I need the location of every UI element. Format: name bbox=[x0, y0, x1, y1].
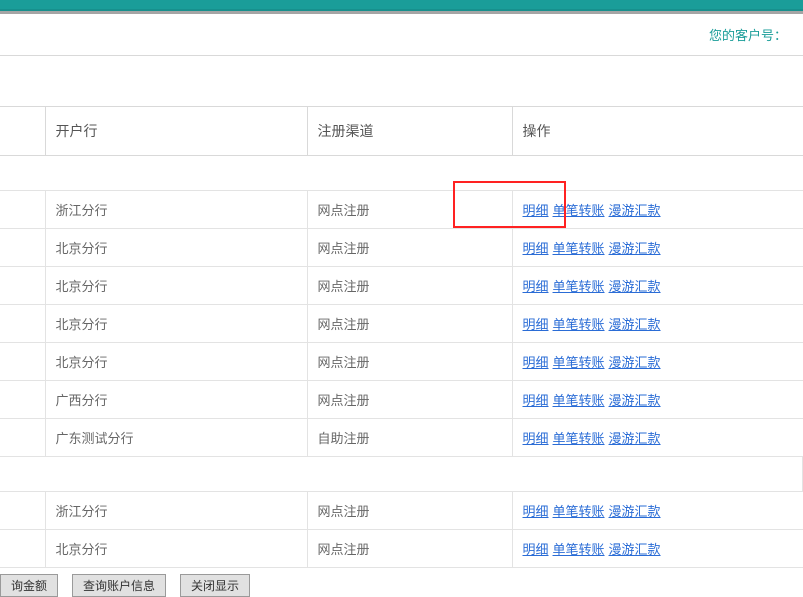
bank-cell: 北京分行 bbox=[45, 305, 307, 343]
actions-cell: 明细单笔转账漫游汇款 bbox=[512, 492, 803, 530]
group-separator bbox=[0, 457, 803, 492]
table-row: 北京分行网点注册明细单笔转账漫游汇款 bbox=[0, 343, 803, 381]
lead-cell bbox=[0, 492, 45, 530]
customer-number-row: 您的客户号： bbox=[0, 14, 803, 56]
table-row: 北京分行网点注册明细单笔转账漫游汇款 bbox=[0, 267, 803, 305]
lead-cell bbox=[0, 343, 45, 381]
transfer-link[interactable]: 单笔转账 bbox=[553, 431, 605, 446]
actions-cell: 明细单笔转账漫游汇款 bbox=[512, 305, 803, 343]
table-header-row: 开户行 注册渠道 操作 bbox=[0, 107, 803, 156]
channel-cell: 网点注册 bbox=[307, 267, 512, 305]
remit-link[interactable]: 漫游汇款 bbox=[609, 317, 661, 332]
lead-cell bbox=[0, 305, 45, 343]
table-row: 广东测试分行自助注册明细单笔转账漫游汇款 bbox=[0, 419, 803, 457]
bank-cell: 北京分行 bbox=[45, 343, 307, 381]
col-bank: 开户行 bbox=[45, 107, 307, 156]
bank-cell: 广东测试分行 bbox=[45, 419, 307, 457]
actions-cell: 明细单笔转账漫游汇款 bbox=[512, 419, 803, 457]
bank-cell: 北京分行 bbox=[45, 530, 307, 568]
channel-cell: 网点注册 bbox=[307, 305, 512, 343]
actions-cell: 明细单笔转账漫游汇款 bbox=[512, 267, 803, 305]
customer-number-label: 您的客户号： bbox=[709, 25, 787, 44]
remit-link[interactable]: 漫游汇款 bbox=[609, 241, 661, 256]
top-teal-bar bbox=[0, 0, 803, 14]
table-row: 北京分行网点注册明细单笔转账漫游汇款 bbox=[0, 305, 803, 343]
table-row: 浙江分行网点注册明细单笔转账漫游汇款 bbox=[0, 191, 803, 229]
lead-cell bbox=[0, 191, 45, 229]
channel-cell: 网点注册 bbox=[307, 229, 512, 267]
detail-link[interactable]: 明细 bbox=[523, 203, 549, 218]
bank-cell: 浙江分行 bbox=[45, 191, 307, 229]
channel-cell: 网点注册 bbox=[307, 343, 512, 381]
bank-cell: 浙江分行 bbox=[45, 492, 307, 530]
remit-link[interactable]: 漫游汇款 bbox=[609, 203, 661, 218]
detail-link[interactable]: 明细 bbox=[523, 317, 549, 332]
transfer-link[interactable]: 单笔转账 bbox=[553, 203, 605, 218]
remit-link[interactable]: 漫游汇款 bbox=[609, 355, 661, 370]
channel-cell: 网点注册 bbox=[307, 530, 512, 568]
bank-cell: 北京分行 bbox=[45, 229, 307, 267]
detail-link[interactable]: 明细 bbox=[523, 504, 549, 519]
lead-cell bbox=[0, 229, 45, 267]
actions-cell: 明细单笔转账漫游汇款 bbox=[512, 343, 803, 381]
lead-cell bbox=[0, 530, 45, 568]
bank-cell: 广西分行 bbox=[45, 381, 307, 419]
table-row: 广西分行网点注册明细单笔转账漫游汇款 bbox=[0, 381, 803, 419]
account-table: 开户行 注册渠道 操作 浙江分行网点注册明细单笔转账漫游汇款北京分行网点注册明细… bbox=[0, 106, 803, 568]
detail-link[interactable]: 明细 bbox=[523, 241, 549, 256]
col-actions: 操作 bbox=[512, 107, 803, 156]
remit-link[interactable]: 漫游汇款 bbox=[609, 279, 661, 294]
button-bar: 询金额 查询账户信息 关闭显示 bbox=[0, 571, 250, 597]
channel-cell: 网点注册 bbox=[307, 381, 512, 419]
channel-cell: 网点注册 bbox=[307, 191, 512, 229]
transfer-link[interactable]: 单笔转账 bbox=[553, 355, 605, 370]
query-balance-button[interactable]: 询金额 bbox=[0, 574, 58, 597]
detail-link[interactable]: 明细 bbox=[523, 355, 549, 370]
channel-cell: 网点注册 bbox=[307, 492, 512, 530]
close-display-button[interactable]: 关闭显示 bbox=[180, 574, 250, 597]
detail-link[interactable]: 明细 bbox=[523, 279, 549, 294]
transfer-link[interactable]: 单笔转账 bbox=[553, 317, 605, 332]
spacer bbox=[0, 56, 803, 106]
transfer-link[interactable]: 单笔转账 bbox=[553, 393, 605, 408]
col-channel: 注册渠道 bbox=[307, 107, 512, 156]
remit-link[interactable]: 漫游汇款 bbox=[609, 542, 661, 557]
bank-cell: 北京分行 bbox=[45, 267, 307, 305]
remit-link[interactable]: 漫游汇款 bbox=[609, 504, 661, 519]
lead-cell bbox=[0, 381, 45, 419]
actions-cell: 明细单笔转账漫游汇款 bbox=[512, 530, 803, 568]
remit-link[interactable]: 漫游汇款 bbox=[609, 431, 661, 446]
query-account-info-button[interactable]: 查询账户信息 bbox=[72, 574, 166, 597]
remit-link[interactable]: 漫游汇款 bbox=[609, 393, 661, 408]
table-row: 北京分行网点注册明细单笔转账漫游汇款 bbox=[0, 229, 803, 267]
actions-cell: 明细单笔转账漫游汇款 bbox=[512, 191, 803, 229]
detail-link[interactable]: 明细 bbox=[523, 431, 549, 446]
transfer-link[interactable]: 单笔转账 bbox=[553, 279, 605, 294]
col-lead bbox=[0, 107, 45, 156]
header-gap bbox=[0, 156, 803, 191]
transfer-link[interactable]: 单笔转账 bbox=[553, 542, 605, 557]
detail-link[interactable]: 明细 bbox=[523, 393, 549, 408]
detail-link[interactable]: 明细 bbox=[523, 542, 549, 557]
lead-cell bbox=[0, 419, 45, 457]
channel-cell: 自助注册 bbox=[307, 419, 512, 457]
lead-cell bbox=[0, 267, 45, 305]
table-row: 浙江分行网点注册明细单笔转账漫游汇款 bbox=[0, 492, 803, 530]
actions-cell: 明细单笔转账漫游汇款 bbox=[512, 381, 803, 419]
actions-cell: 明细单笔转账漫游汇款 bbox=[512, 229, 803, 267]
table-row: 北京分行网点注册明细单笔转账漫游汇款 bbox=[0, 530, 803, 568]
transfer-link[interactable]: 单笔转账 bbox=[553, 241, 605, 256]
transfer-link[interactable]: 单笔转账 bbox=[553, 504, 605, 519]
